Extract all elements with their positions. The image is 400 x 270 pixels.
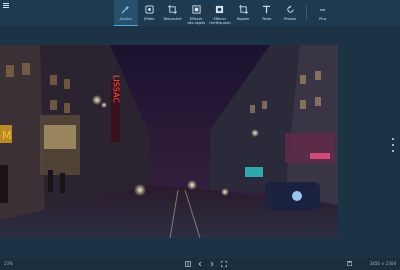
tool-tabs: Ajuster Effets Retoucher Effacer des obj… xyxy=(114,0,335,26)
crop-icon xyxy=(168,5,178,14)
crop-square-icon xyxy=(238,5,248,14)
tab-label: Pivoter xyxy=(283,17,297,21)
previous-icon[interactable] xyxy=(197,261,203,267)
top-toolbar: Ajuster Effets Retoucher Effacer des obj… xyxy=(0,0,400,26)
tab-ajuster[interactable]: Ajuster xyxy=(114,0,138,26)
text-icon xyxy=(263,5,271,14)
magic-wand-icon xyxy=(121,5,130,14)
fullscreen-icon[interactable] xyxy=(221,260,227,267)
tab-label: Plus xyxy=(319,17,327,21)
more-icon xyxy=(320,9,326,11)
rotate-icon xyxy=(287,5,294,13)
tab-pivoter[interactable]: Pivoter xyxy=(279,0,303,26)
status-bar: 23% 3456 × 2304 xyxy=(0,258,400,270)
erase-objects-icon xyxy=(192,5,201,14)
page-dot[interactable] xyxy=(392,143,395,147)
tab-label: Rogner xyxy=(236,17,250,21)
compare-icon[interactable] xyxy=(185,260,191,267)
zoom-level[interactable]: 23% xyxy=(4,261,13,266)
menu-icon[interactable] xyxy=(3,3,9,8)
tab-label: Effets xyxy=(144,17,155,21)
tab-plus[interactable]: Plus xyxy=(311,0,335,26)
tab-effacer-objets[interactable]: Effacer des objets xyxy=(185,0,209,26)
tab-texte[interactable]: Texte xyxy=(255,0,279,26)
tab-effets[interactable]: Effets xyxy=(138,0,162,26)
page-dot[interactable] xyxy=(392,149,395,152)
save-icon[interactable] xyxy=(347,261,352,266)
page-indicator xyxy=(392,138,395,155)
tab-retoucher[interactable]: Retoucher xyxy=(161,0,185,26)
night-street-photo: M LISSAC xyxy=(0,45,338,238)
next-icon[interactable] xyxy=(209,261,215,267)
mcdonalds-logo: M xyxy=(2,129,12,142)
view-controls xyxy=(185,260,227,267)
tab-label: Ajuster xyxy=(119,17,133,21)
tab-rogner[interactable]: Rogner xyxy=(232,0,256,26)
tab-label: Retoucher xyxy=(163,17,182,21)
tab-effacer-arriere-plan[interactable]: Effacer l'arrière-plan xyxy=(208,0,232,26)
toolbar-divider xyxy=(306,6,307,20)
tab-label: Texte xyxy=(262,17,272,21)
image-size: 3456 × 2304 xyxy=(369,261,396,266)
neon-sign: LISSAC xyxy=(112,75,121,103)
page-dot[interactable] xyxy=(392,138,395,141)
erase-background-icon xyxy=(216,5,224,14)
photo-canvas[interactable]: M LISSAC xyxy=(0,45,338,238)
effects-icon xyxy=(145,5,154,14)
